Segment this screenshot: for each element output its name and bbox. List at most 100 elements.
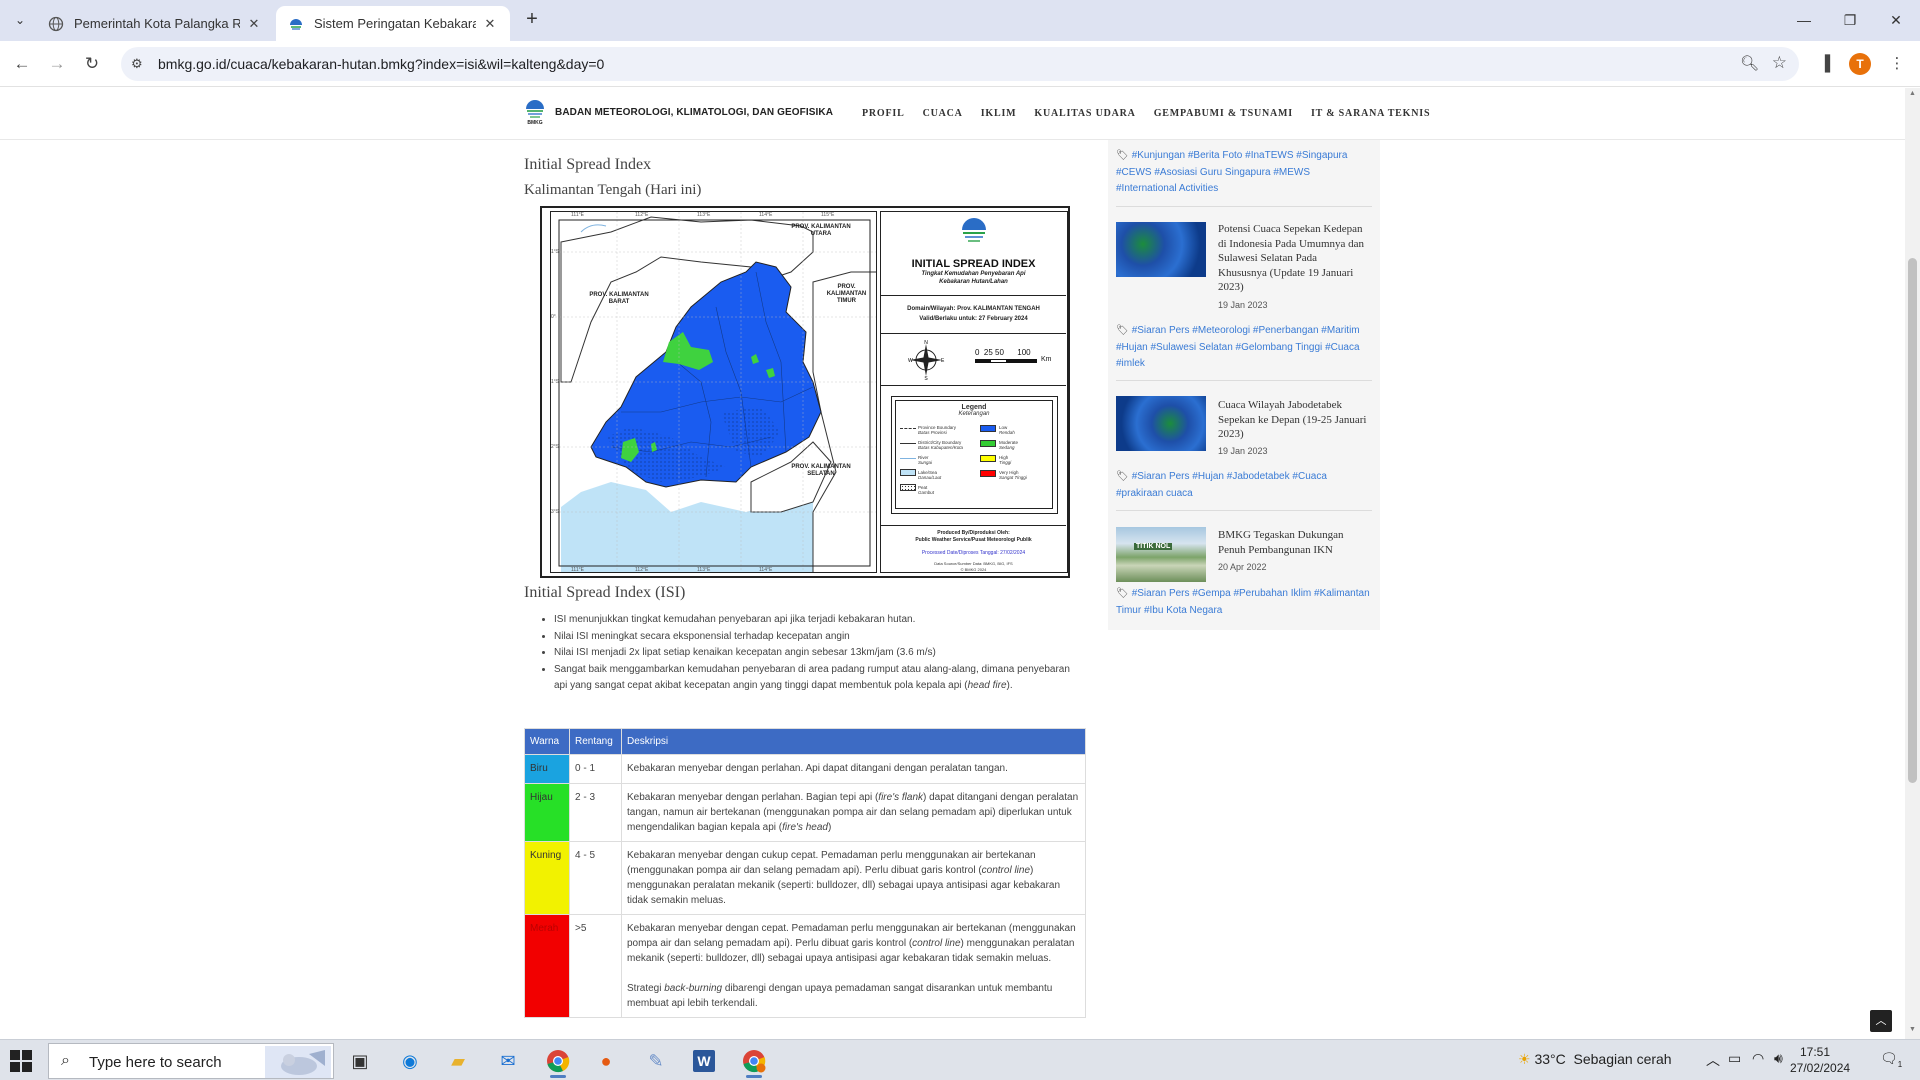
close-window-button[interactable]: ✕: [1873, 6, 1919, 34]
new-tab-button[interactable]: +: [520, 8, 544, 32]
tag-link[interactable]: #Ibu Kota Negara: [1144, 605, 1222, 616]
tray-chevron-icon[interactable]: ︿: [1706, 1050, 1720, 1070]
profile-avatar[interactable]: T: [1849, 53, 1871, 75]
tag-link[interactable]: #Penerbangan: [1253, 325, 1319, 336]
tag-link[interactable]: #Singapura: [1296, 150, 1347, 161]
nav-iklim[interactable]: IKLIM: [981, 108, 1017, 119]
system-clock[interactable]: 17:51 27/02/2024: [1790, 1044, 1850, 1076]
news-title-link[interactable]: Cuaca Wilayah Jabodetabek Sepekan ke Dep…: [1218, 398, 1368, 442]
scroll-thumb[interactable]: [1908, 258, 1917, 783]
table-header-row: Warna Rentang Deskripsi: [524, 728, 1086, 755]
tag-link[interactable]: #International Activities: [1116, 183, 1218, 194]
windows-start-icon[interactable]: [10, 1050, 32, 1072]
volume-icon[interactable]: 🔊︎: [1774, 1050, 1783, 1067]
tag-link[interactable]: #Hujan: [1116, 342, 1148, 353]
tag-link[interactable]: #Kunjungan: [1132, 150, 1185, 161]
mail-icon[interactable]: ✉: [488, 1044, 528, 1078]
tag-link[interactable]: #Maritim: [1321, 325, 1359, 336]
color-cell: Kuning: [524, 841, 570, 915]
bmkg-logo[interactable]: BMKG: [524, 96, 546, 126]
reload-button[interactable]: ↻: [78, 50, 106, 78]
map-compass-section: N S W E 0 25 50 100 Km: [881, 334, 1066, 386]
back-to-top-button[interactable]: ︿: [1870, 1010, 1892, 1032]
news-thumbnail[interactable]: TITIK NOL: [1116, 527, 1206, 582]
tag-link[interactable]: #Asosiasi Guru Singapura: [1154, 167, 1270, 178]
nav-it-sarana[interactable]: IT & SARANA TEKNIS: [1311, 108, 1430, 119]
tag-link[interactable]: #InaTEWS: [1245, 150, 1293, 161]
legend-item-low: Low Rendah: [999, 425, 1015, 435]
tag-link[interactable]: #Jabodetabek: [1227, 471, 1290, 482]
meet-now-icon[interactable]: ▭: [1728, 1050, 1741, 1067]
description-cell: Kebakaran menyebar dengan perlahan. Bagi…: [621, 783, 1086, 842]
tab-kebakaran[interactable]: Sistem Peringatan Kebakaran Hutan ✕: [276, 6, 510, 41]
tag-link[interactable]: #Perubahan Iklim: [1233, 588, 1311, 599]
tag-link[interactable]: #Hujan: [1192, 471, 1224, 482]
tag-link[interactable]: #MEWS: [1273, 167, 1310, 178]
task-view-icon[interactable]: ▣: [340, 1044, 380, 1078]
legend-item: Lake/Sea Danau/Laut: [918, 470, 942, 480]
file-explorer-icon[interactable]: ▰: [438, 1044, 478, 1078]
side-panel-icon[interactable]: ▐: [1812, 51, 1838, 77]
tag-link[interactable]: #Gempa: [1192, 588, 1230, 599]
tag-link[interactable]: #Meteorologi: [1192, 325, 1250, 336]
compass-rose-icon: N S W E: [908, 340, 945, 380]
news-thumbnail[interactable]: [1116, 396, 1206, 451]
tag-link[interactable]: #Berita Foto: [1188, 150, 1242, 161]
description-cell: Kebakaran menyebar dengan perlahan. Api …: [621, 754, 1086, 784]
browser-toolbar: ← → ↻ ⚙ bmkg.go.id/cuaca/kebakaran-hutan…: [0, 41, 1920, 87]
nav-gempabumi[interactable]: GEMPABUMI & TSUNAMI: [1154, 108, 1293, 119]
bookmark-star-icon[interactable]: ☆: [1772, 53, 1787, 73]
nav-kualitas-udara[interactable]: KUALITAS UDARA: [1034, 108, 1135, 119]
word-icon[interactable]: W: [684, 1044, 724, 1078]
legend-item-very-high: Very High Sangat Tinggi: [999, 470, 1027, 480]
tag-link[interactable]: #Gelombang Tinggi: [1236, 342, 1323, 353]
close-icon[interactable]: ✕: [246, 16, 262, 32]
tag-link[interactable]: #prakiraan cuaca: [1116, 488, 1193, 499]
map-legend-section: Legend Keterangan Province Boundary Batas…: [881, 386, 1066, 526]
scroll-up-arrow[interactable]: ▲: [1908, 90, 1917, 100]
news-title-link[interactable]: Potensi Cuaca Sepekan Kedepan di Indones…: [1218, 222, 1368, 295]
forward-button[interactable]: →: [43, 50, 71, 78]
tag-link[interactable]: #Siaran Pers: [1132, 588, 1190, 599]
close-icon[interactable]: ✕: [482, 16, 498, 32]
bullet-item: Nilai ISI meningkat secara eksponensial …: [554, 629, 1085, 646]
search-icon: ⌕: [61, 1052, 70, 1069]
color-cell: Biru: [524, 754, 570, 784]
tab-title: Sistem Peringatan Kebakaran Hutan: [314, 16, 476, 31]
site-info-icon[interactable]: ⚙: [131, 56, 147, 72]
news-title-link[interactable]: BMKG Tegaskan Dukungan Penuh Pembangunan…: [1218, 528, 1368, 557]
url-text[interactable]: bmkg.go.id/cuaca/kebakaran-hutan.bmkg?in…: [158, 56, 604, 72]
chrome-profile-icon[interactable]: [734, 1044, 774, 1078]
firefox-icon[interactable]: ●: [586, 1044, 626, 1078]
edge-icon[interactable]: ◉: [390, 1044, 430, 1078]
tag-link[interactable]: #Siaran Pers: [1132, 325, 1190, 336]
restore-button[interactable]: ❐: [1827, 6, 1873, 34]
scroll-down-arrow[interactable]: ▼: [1908, 1026, 1917, 1036]
address-bar[interactable]: ⚙ bmkg.go.id/cuaca/kebakaran-hutan.bmkg?…: [121, 47, 1799, 81]
tag-link[interactable]: #Siaran Pers: [1132, 471, 1190, 482]
notification-icon[interactable]: 🗨︎1: [1880, 1050, 1902, 1069]
chrome-icon[interactable]: [538, 1044, 578, 1078]
nav-cuaca[interactable]: CUACA: [923, 108, 963, 119]
tab-search-button[interactable]: ⌄: [8, 8, 32, 32]
site-header: BMKG BADAN METEOROLOGI, KLIMATOLOGI, DAN…: [0, 88, 1905, 140]
scale-bar: [975, 359, 1037, 363]
zoom-icon[interactable]: 🔍︎: [1740, 54, 1759, 72]
news-thumbnail[interactable]: [1116, 222, 1206, 277]
tag-link[interactable]: #imlek: [1116, 358, 1145, 369]
nav-profil[interactable]: PROFIL: [862, 108, 905, 119]
weather-widget[interactable]: ☀ 33°C Sebagian cerah: [1518, 1051, 1672, 1068]
tag-link[interactable]: #Cuaca: [1292, 471, 1326, 482]
menu-icon[interactable]: ⋮: [1884, 51, 1910, 77]
lat-tick-label: 2°S: [551, 444, 560, 450]
taskbar-search[interactable]: ⌕ Type here to search: [48, 1043, 334, 1079]
tag-link[interactable]: #CEWS: [1116, 167, 1152, 178]
tag-link[interactable]: #Sulawesi Selatan: [1150, 342, 1232, 353]
notepad-icon[interactable]: ✎: [636, 1044, 676, 1078]
minimize-button[interactable]: —: [1781, 6, 1827, 34]
wifi-icon[interactable]: ◠: [1752, 1050, 1764, 1067]
tag-link[interactable]: #Cuaca: [1325, 342, 1359, 353]
tab-pemerintah[interactable]: Pemerintah Kota Palangka Raya ✕: [36, 6, 274, 41]
page-scrollbar[interactable]: ▲ ▼: [1905, 88, 1920, 1039]
back-button[interactable]: ←: [8, 50, 36, 78]
